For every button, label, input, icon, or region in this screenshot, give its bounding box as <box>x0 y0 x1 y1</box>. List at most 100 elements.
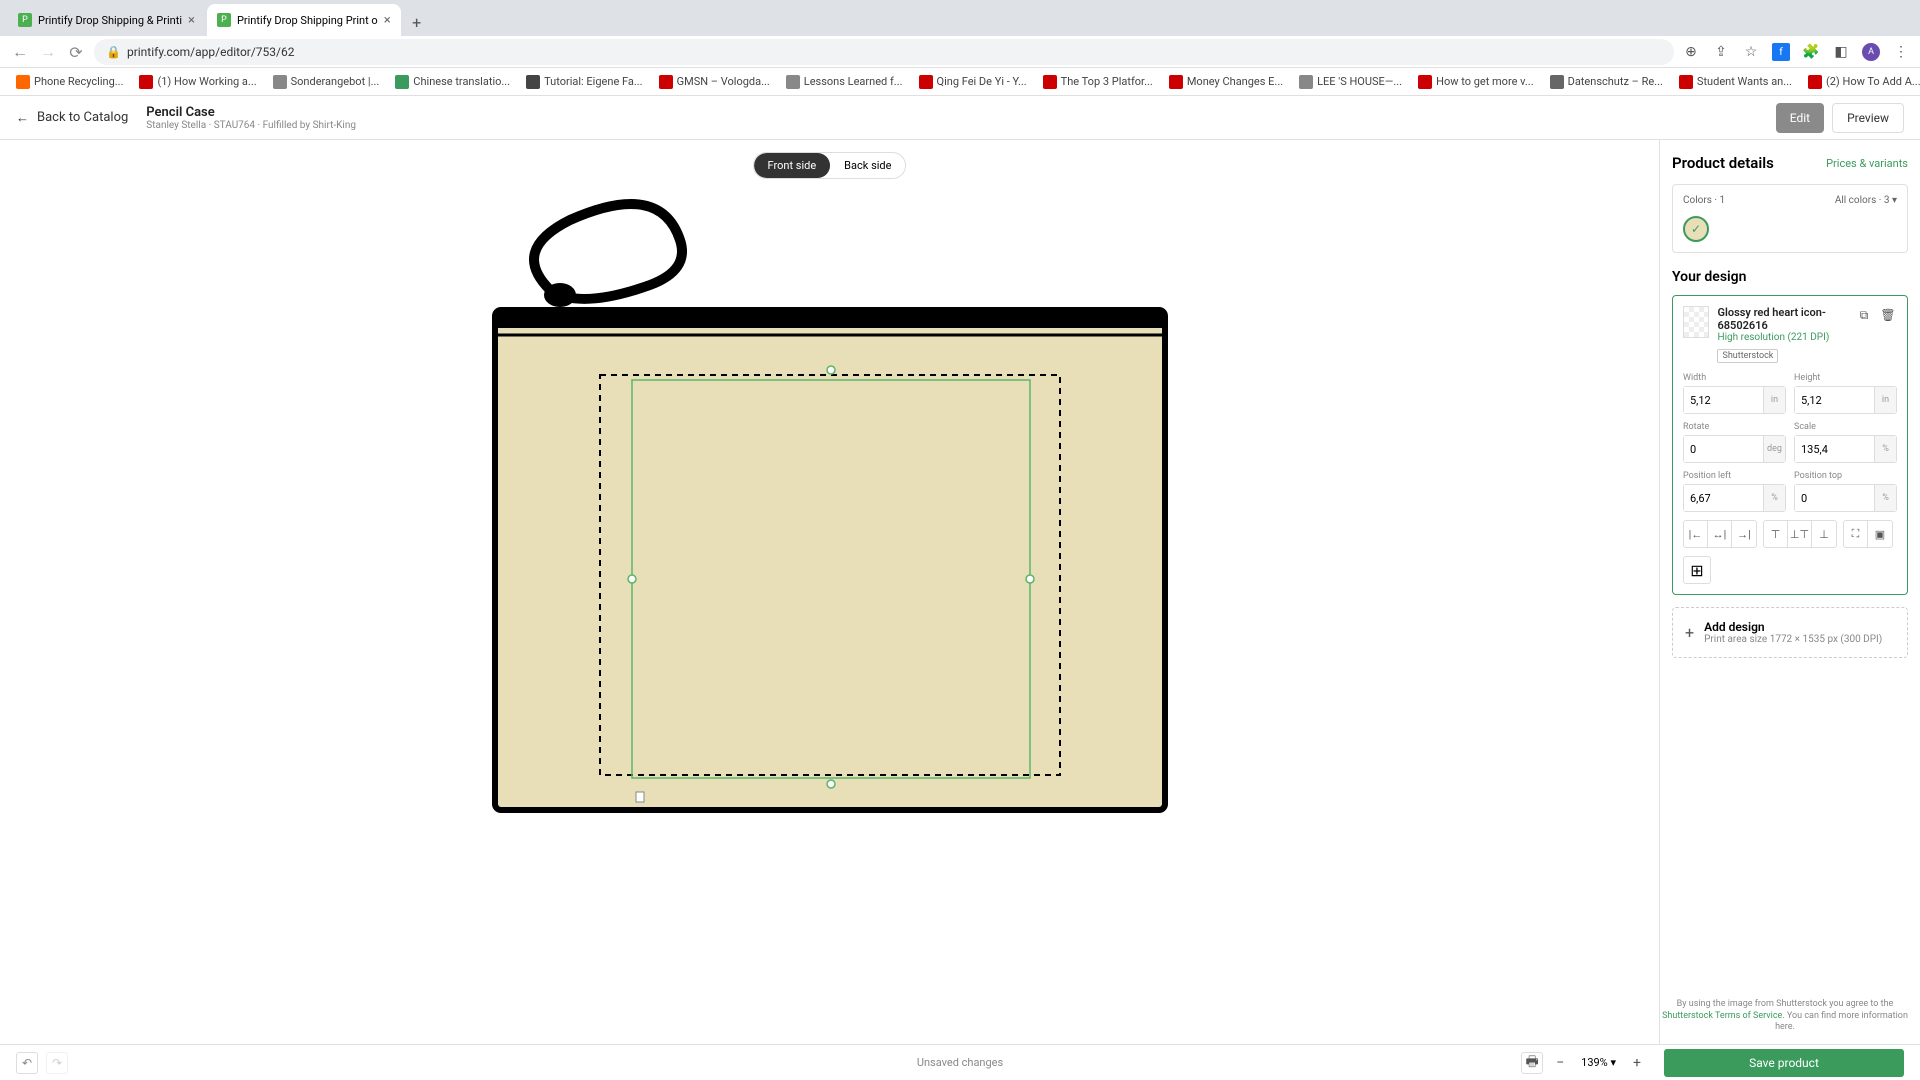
product-mockup[interactable] <box>480 190 1180 834</box>
color-swatch-selected[interactable]: ✓ <box>1683 216 1709 242</box>
translate-icon[interactable]: ⊕ <box>1682 43 1700 61</box>
redo-button[interactable]: ↷ <box>46 1052 68 1074</box>
zoom-value[interactable]: 139% ▾ <box>1577 1056 1620 1069</box>
bookmark-item[interactable]: (1) How Working a... <box>133 73 262 91</box>
shutterstock-tos-link[interactable]: Shutterstock Terms of Service <box>1662 1011 1782 1021</box>
fit-icon[interactable]: ⛶ <box>1844 521 1868 547</box>
add-design-label: Add design <box>1704 620 1882 634</box>
puzzle-icon[interactable]: 🧩 <box>1802 43 1820 61</box>
bookmark-item[interactable]: Lessons Learned f... <box>780 73 909 91</box>
scale-label: Scale <box>1794 422 1897 432</box>
browser-tab[interactable]: P Printify Drop Shipping & Printi × <box>8 4 205 36</box>
bookmark-label: The Top 3 Platfor... <box>1061 75 1153 88</box>
bookmark-label: (2) How To Add A... <box>1826 75 1920 88</box>
avatar-icon[interactable]: A <box>1862 43 1880 61</box>
undo-button[interactable]: ↶ <box>16 1052 38 1074</box>
tab-back-side[interactable]: Back side <box>830 153 905 178</box>
unit: % <box>1874 485 1896 511</box>
bookmark-label: (1) How Working a... <box>157 75 256 88</box>
bookmark-item[interactable]: Datenschutz – Re... <box>1544 73 1669 91</box>
star-icon[interactable]: ☆ <box>1742 43 1760 61</box>
address-bar[interactable]: 🔒 printify.com/app/editor/753/62 <box>94 39 1674 65</box>
bookmark-item[interactable]: (2) How To Add A... <box>1802 73 1920 91</box>
menu-icon[interactable]: ⋮ <box>1892 43 1910 61</box>
bottom-bar: ↶ ↷ Unsaved changes 🖶 − 139% ▾ + Save pr… <box>0 1044 1920 1080</box>
bookmark-label: Phone Recycling... <box>34 75 123 88</box>
add-design-sub: Print area size 1772 × 1535 px (300 DPI) <box>1704 634 1882 645</box>
bookmark-item[interactable]: Chinese translatio... <box>389 73 516 91</box>
zoom-out-button[interactable]: − <box>1549 1052 1571 1074</box>
height-input[interactable] <box>1795 387 1874 413</box>
design-layer-card: Glossy red heart icon-68502616 High reso… <box>1672 295 1908 595</box>
copy-icon[interactable]: ⧉ <box>1855 306 1873 324</box>
edit-button[interactable]: Edit <box>1776 103 1824 133</box>
bookmark-item[interactable]: LEE 'S HOUSE—... <box>1293 73 1408 91</box>
reload-icon[interactable]: ⟳ <box>66 43 86 62</box>
extension-icon[interactable]: ◧ <box>1832 43 1850 61</box>
back-to-catalog[interactable]: ← Back to Catalog <box>16 110 128 126</box>
tab-front-side[interactable]: Front side <box>754 153 831 178</box>
bookmark-item[interactable]: Tutorial: Eigene Fa... <box>520 73 649 91</box>
align-right-icon[interactable]: →| <box>1732 521 1756 547</box>
canvas-area[interactable]: Front side Back side <box>0 140 1660 1044</box>
product-subtitle: Stanley Stella · STAU764 · Fulfilled by … <box>146 120 356 131</box>
add-design-button[interactable]: + Add design Print area size 1772 × 1535… <box>1672 607 1908 658</box>
bookmark-item[interactable]: How to get more v... <box>1412 73 1540 91</box>
bookmark-item[interactable]: Sonderangebot |... <box>267 73 386 91</box>
layer-source-tag: Shutterstock <box>1717 349 1778 363</box>
bookmark-item[interactable]: Phone Recycling... <box>10 73 129 91</box>
favicon-icon: P <box>217 13 231 27</box>
preview-button[interactable]: Preview <box>1832 103 1904 133</box>
share-icon[interactable]: ⇪ <box>1712 43 1730 61</box>
colors-box: Colors · 1 All colors · 3 ▾ ✓ <box>1672 184 1908 253</box>
align-bottom-icon[interactable]: ⊥ <box>1812 521 1836 547</box>
bookmark-label: Money Changes E... <box>1187 75 1283 88</box>
colors-label: Colors · 1 <box>1683 195 1725 206</box>
align-center-v-icon[interactable]: ⊥⊤ <box>1788 521 1812 547</box>
position-left-input[interactable] <box>1684 485 1763 511</box>
bookmark-item[interactable]: GMSN – Vologda... <box>653 73 776 91</box>
fill-icon[interactable]: ▣ <box>1868 521 1892 547</box>
browser-tab-active[interactable]: P Printify Drop Shipping Print o × <box>207 4 401 36</box>
trash-icon[interactable]: 🗑 <box>1879 306 1897 324</box>
position-top-input[interactable] <box>1795 485 1874 511</box>
zoom-in-button[interactable]: + <box>1626 1052 1648 1074</box>
bookmark-label: Datenschutz – Re... <box>1568 75 1663 88</box>
prices-variants-link[interactable]: Prices & variants <box>1826 157 1908 170</box>
close-icon[interactable]: × <box>384 13 391 28</box>
bookmark-favicon-icon <box>1550 75 1564 89</box>
back-label: Back to Catalog <box>37 110 128 125</box>
layer-thumbnail[interactable] <box>1683 306 1709 338</box>
back-icon[interactable]: ← <box>10 42 30 62</box>
browser-chrome: P Printify Drop Shipping & Printi × P Pr… <box>0 0 1920 68</box>
align-top-icon[interactable]: ⊤ <box>1764 521 1788 547</box>
bookmark-label: How to get more v... <box>1436 75 1534 88</box>
bookmark-item[interactable]: Student Wants an... <box>1673 73 1798 91</box>
bookmark-favicon-icon <box>16 75 30 89</box>
bookmark-item[interactable]: Money Changes E... <box>1163 73 1289 91</box>
rotate-input[interactable] <box>1684 436 1763 462</box>
new-tab-button[interactable]: + <box>403 8 431 36</box>
all-colors-dropdown[interactable]: All colors · 3 ▾ <box>1835 195 1897 206</box>
width-input[interactable] <box>1684 387 1763 413</box>
favicon-icon: P <box>18 13 32 27</box>
plus-icon: + <box>1685 623 1694 642</box>
unit: % <box>1763 485 1785 511</box>
bookmarks-bar: Phone Recycling... (1) How Working a... So… <box>0 68 1920 96</box>
bookmark-label: Chinese translatio... <box>413 75 510 88</box>
save-product-button[interactable]: Save product <box>1664 1049 1904 1077</box>
print-icon[interactable]: 🖶 <box>1521 1052 1543 1074</box>
bookmark-label: Sonderangebot |... <box>291 75 380 88</box>
scale-input[interactable] <box>1795 436 1874 462</box>
close-icon[interactable]: × <box>188 13 195 28</box>
pattern-icon[interactable]: ⊞ <box>1683 556 1711 584</box>
bookmark-item[interactable]: The Top 3 Platfor... <box>1037 73 1159 91</box>
bookmark-favicon-icon <box>1418 75 1432 89</box>
product-title: Pencil Case <box>146 105 356 120</box>
forward-icon[interactable]: → <box>38 42 58 62</box>
bookmark-item[interactable]: Qing Fei De Yi - Y... <box>913 73 1033 91</box>
align-center-h-icon[interactable]: ↔| <box>1708 521 1732 547</box>
extension-icon[interactable]: f <box>1772 43 1790 61</box>
bookmark-label: LEE 'S HOUSE—... <box>1317 75 1402 88</box>
align-left-icon[interactable]: |← <box>1684 521 1708 547</box>
